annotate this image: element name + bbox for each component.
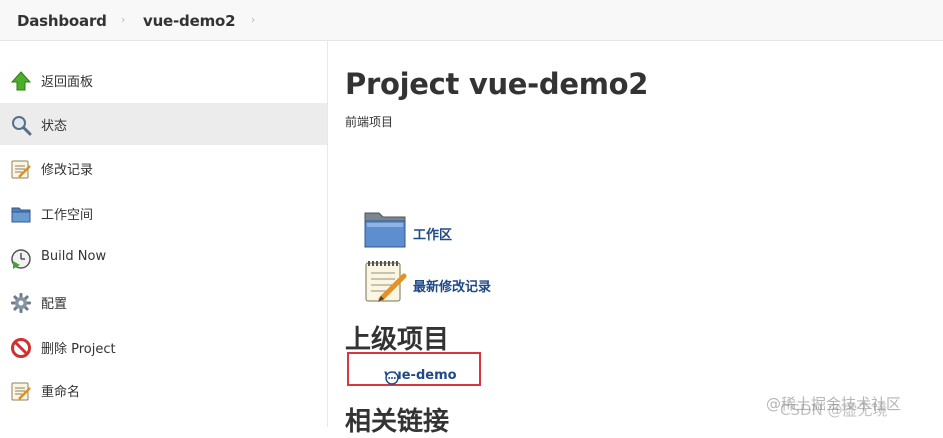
sidebar-item-status[interactable]: 状态 <box>0 103 327 145</box>
breadcrumb: Dashboard › vue-demo2 › <box>0 0 943 41</box>
notepad-icon <box>10 158 32 180</box>
breadcrumb-separator: › <box>251 13 256 26</box>
sidebar-item-label: 重命名 <box>41 385 81 400</box>
breadcrumb-project[interactable]: vue-demo2 <box>143 12 236 30</box>
notepad-icon <box>10 380 32 402</box>
sidebar-item-rename[interactable]: 重命名 <box>0 369 327 411</box>
sidebar-item-configure[interactable]: 配置 <box>0 281 327 323</box>
main-content: Project vue-demo2 前端项目 工作区 最新修改记录 上级项目 v… <box>329 41 943 437</box>
sidebar-item-label: 删除 Project <box>41 342 116 357</box>
breadcrumb-dashboard[interactable]: Dashboard <box>17 12 107 30</box>
project-description: 前端项目 <box>345 115 394 129</box>
sidebar-item-label: Build Now <box>41 249 107 264</box>
search-icon <box>10 114 32 136</box>
sidebar-item-label: 配置 <box>41 297 68 312</box>
sidebar: 返回面板 状态 修改记录 工作空间 Build Now 配置 删除 Projec… <box>0 41 328 427</box>
sidebar-item-workspace[interactable]: 工作空间 <box>0 192 327 234</box>
sidebar-item-label: 修改记录 <box>41 163 94 178</box>
sidebar-item-label: 状态 <box>41 119 68 134</box>
breadcrumb-separator: › <box>121 13 126 26</box>
sidebar-item-label: 工作空间 <box>41 208 94 223</box>
up-arrow-icon <box>10 70 32 92</box>
task-link-recent-changes[interactable]: 最新修改记录 <box>413 276 491 295</box>
sidebar-item-build-now[interactable]: Build Now <box>0 237 327 279</box>
related-links-heading: 相关链接 <box>345 407 450 437</box>
sidebar-item-changes[interactable]: 修改记录 <box>0 147 327 189</box>
gear-icon <box>10 292 32 314</box>
notepad-icon[interactable] <box>363 259 407 309</box>
page-title: Project vue-demo2 <box>345 67 649 101</box>
no-entry-icon <box>10 337 32 359</box>
sidebar-item-back-to-dashboard[interactable]: 返回面板 <box>0 59 327 101</box>
status-icon <box>385 370 399 389</box>
upstream-projects-heading: 上级项目 <box>345 325 450 355</box>
sidebar-item-delete-project[interactable]: 删除 Project <box>0 326 327 368</box>
task-link-workspace[interactable]: 工作区 <box>413 224 452 243</box>
folder-icon[interactable] <box>363 209 407 253</box>
clock-play-icon <box>10 248 32 270</box>
sidebar-item-label: 返回面板 <box>41 75 94 90</box>
folder-icon <box>10 203 32 225</box>
